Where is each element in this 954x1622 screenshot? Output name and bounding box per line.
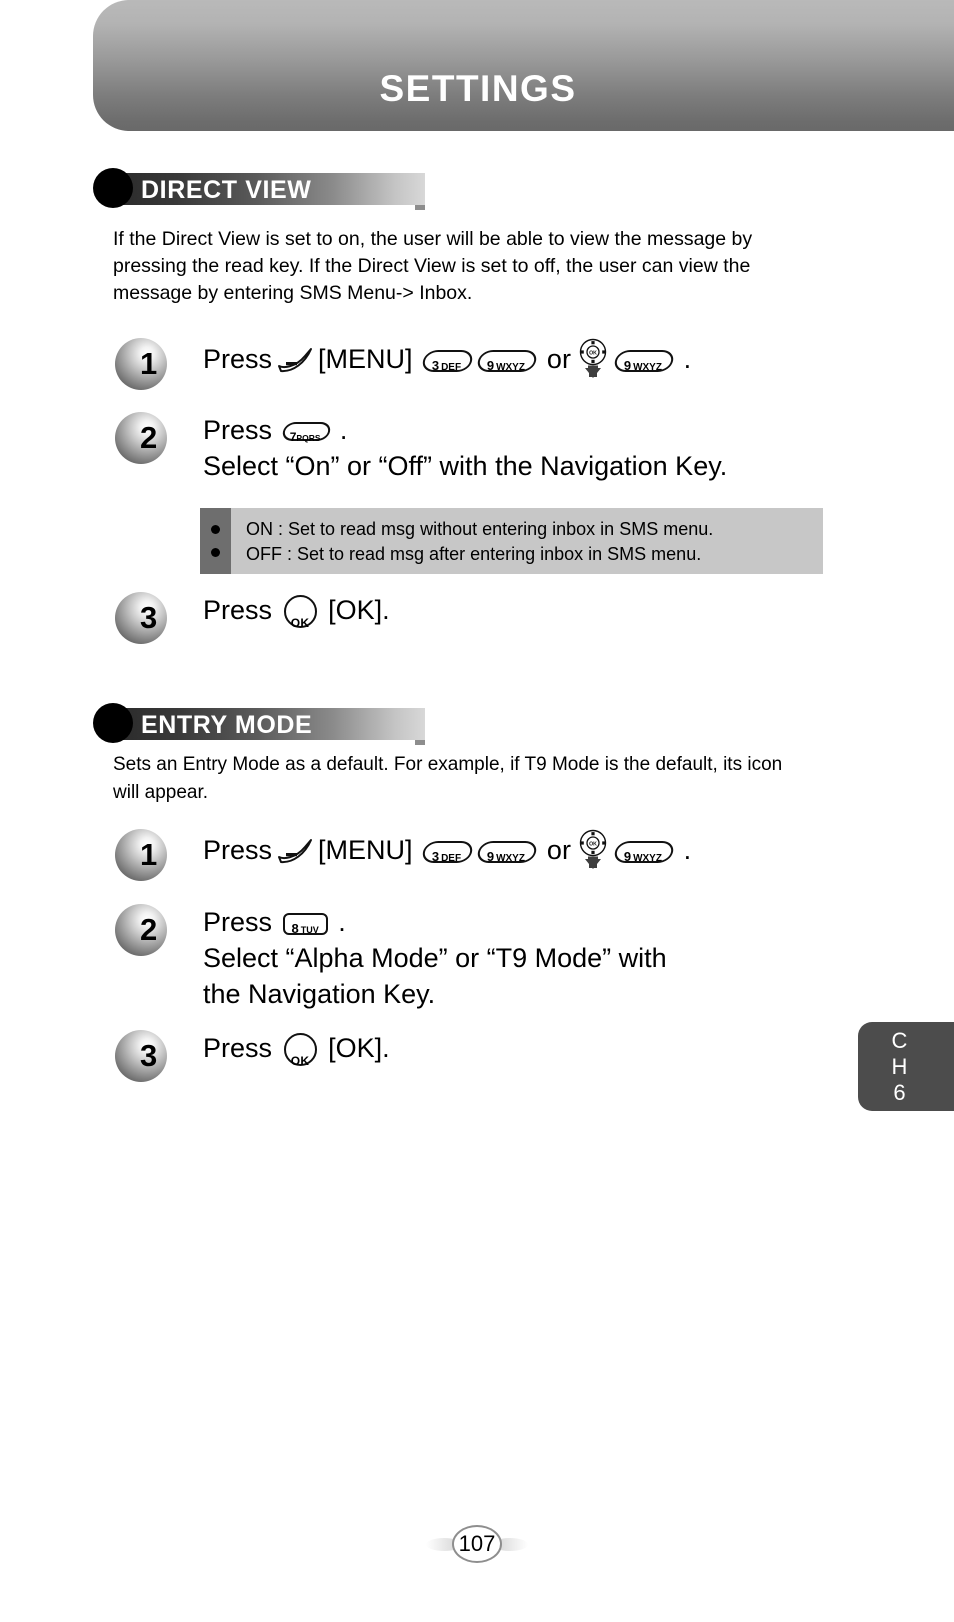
page-header-banner: SETTINGS bbox=[93, 0, 954, 131]
section-label: DIRECT VIEW bbox=[141, 176, 312, 204]
press-label: Press bbox=[203, 595, 273, 625]
key-9-wxyz-icon: 9 WXYZ bbox=[475, 841, 539, 864]
press-label: Press bbox=[203, 344, 273, 375]
period: . bbox=[338, 907, 346, 937]
key-digit: 9 bbox=[487, 849, 495, 864]
step-instruction-line3: the Navigation Key. bbox=[203, 979, 436, 1009]
info-box-bullet-strip bbox=[200, 508, 231, 574]
key-digit: 9 bbox=[487, 358, 495, 373]
navigation-key-icon: OK bbox=[576, 829, 610, 875]
svg-text:OK: OK bbox=[589, 842, 597, 848]
section-description-direct-view: If the Direct View is set to on, the use… bbox=[113, 228, 753, 304]
page-title: SETTINGS bbox=[379, 68, 577, 109]
bullet-icon bbox=[211, 548, 220, 557]
key-letters: PQRS bbox=[295, 433, 321, 444]
key-letters: TUV bbox=[300, 924, 319, 935]
key-9-wxyz-icon-2: 9 WXYZ bbox=[612, 841, 676, 864]
period: . bbox=[683, 835, 692, 866]
ok-key-label: OK bbox=[290, 1054, 310, 1069]
info-line: OFF : Set to read msg after entering inb… bbox=[246, 544, 702, 564]
press-label: Press bbox=[203, 415, 273, 445]
press-label: Press bbox=[203, 907, 273, 937]
step-instruction: Press [MENU] 3 DEF 9 WXYZ or OK 9 WXYZ . bbox=[203, 338, 691, 384]
softkey-icon bbox=[275, 346, 315, 376]
key-9-wxyz-icon-2: 9 WXYZ bbox=[612, 350, 676, 373]
softkey-icon bbox=[275, 837, 315, 867]
key-digit: 9 bbox=[623, 358, 632, 373]
key-letters: WXYZ bbox=[496, 362, 526, 373]
period: . bbox=[683, 344, 692, 375]
step-number: 1 bbox=[140, 837, 158, 872]
page-number-footer: 107 bbox=[0, 1525, 954, 1563]
step-number-badge: 2 bbox=[115, 412, 173, 464]
key-digit: 8 bbox=[291, 920, 299, 936]
chapter-tab: C H 6 bbox=[858, 1022, 954, 1111]
ok-label: [OK]. bbox=[328, 1033, 390, 1063]
chapter-tab-line-1: C bbox=[891, 1027, 909, 1053]
step-number: 1 bbox=[140, 346, 158, 381]
bullet-icon bbox=[211, 525, 220, 534]
menu-label: [MENU] bbox=[318, 835, 413, 866]
step-instruction: Press [MENU] 3 DEF 9 WXYZ or OK 9 WXYZ . bbox=[203, 829, 691, 875]
section-description-entry-mode: Sets an Entry Mode as a default. For exa… bbox=[113, 754, 783, 803]
ok-key-icon: OK bbox=[283, 1033, 317, 1068]
info-box-body: ON : Set to read msg without entering in… bbox=[231, 508, 823, 574]
step-number-badge: 1 bbox=[115, 829, 173, 881]
navigation-key-icon: OK bbox=[576, 338, 610, 384]
key-letters: DEF bbox=[441, 853, 462, 864]
step-instruction: Press 8 TUV . bbox=[203, 904, 346, 940]
manual-page: SETTINGS DIRECT VIEW If the Direct View … bbox=[0, 0, 954, 1622]
key-letters: WXYZ bbox=[633, 362, 662, 373]
ok-key-icon: OK bbox=[283, 595, 317, 630]
key-letters: DEF bbox=[441, 362, 462, 373]
step-number-badge: 1 bbox=[115, 338, 173, 390]
key-letters: WXYZ bbox=[633, 853, 662, 864]
key-9-wxyz-icon: 9 WXYZ bbox=[475, 350, 539, 373]
chapter-tab-line-3: 6 bbox=[893, 1079, 907, 1105]
or-label: or bbox=[546, 835, 571, 866]
step-instruction: Press 7PQRS . bbox=[203, 412, 347, 448]
section-bullet-icon bbox=[93, 703, 133, 743]
info-line: ON : Set to read msg without entering in… bbox=[246, 519, 714, 539]
press-label: Press bbox=[203, 835, 273, 866]
page-number-badge: 107 bbox=[452, 1525, 502, 1563]
step-number: 2 bbox=[140, 420, 158, 455]
key-digit: 7 bbox=[289, 430, 296, 445]
or-label: or bbox=[546, 344, 571, 375]
step-number-badge: 3 bbox=[115, 592, 173, 644]
period: . bbox=[339, 415, 348, 445]
key-7-pqrs-icon: 7PQRS bbox=[280, 422, 332, 445]
step-number: 3 bbox=[140, 600, 158, 635]
section-label: ENTRY MODE bbox=[141, 711, 313, 739]
key-digit: 3 bbox=[431, 849, 440, 864]
step-number-badge: 2 bbox=[115, 904, 173, 956]
key-letters: WXYZ bbox=[496, 853, 526, 864]
key-3-def-icon: 3 DEF bbox=[420, 350, 475, 373]
svg-text:OK: OK bbox=[589, 351, 597, 357]
key-3-def-icon: 3 DEF bbox=[420, 841, 475, 864]
step-instruction-line2: Select “On” or “Off” with the Navigation… bbox=[203, 451, 728, 481]
step-instruction: Press OK [OK]. bbox=[203, 1030, 390, 1068]
section-bullet-icon bbox=[93, 168, 133, 208]
info-box-direct-view: ON : Set to read msg without entering in… bbox=[200, 508, 823, 574]
step-number: 2 bbox=[140, 912, 158, 947]
step-instruction: Press OK [OK]. bbox=[203, 592, 390, 630]
step-instruction-line2: Select “Alpha Mode” or “T9 Mode” with bbox=[203, 943, 667, 973]
ok-label: [OK]. bbox=[328, 595, 390, 625]
key-8-tuv-icon: 8 TUV bbox=[282, 912, 328, 936]
menu-label: [MENU] bbox=[318, 344, 413, 375]
step-number-badge: 3 bbox=[115, 1030, 173, 1082]
press-label: Press bbox=[203, 1033, 273, 1063]
page-number: 107 bbox=[458, 1531, 496, 1556]
ok-key-label: OK bbox=[290, 616, 310, 631]
key-digit: 9 bbox=[623, 849, 632, 864]
chapter-tab-line-2: H bbox=[891, 1053, 909, 1079]
key-digit: 3 bbox=[431, 358, 440, 373]
step-number: 3 bbox=[140, 1038, 158, 1073]
